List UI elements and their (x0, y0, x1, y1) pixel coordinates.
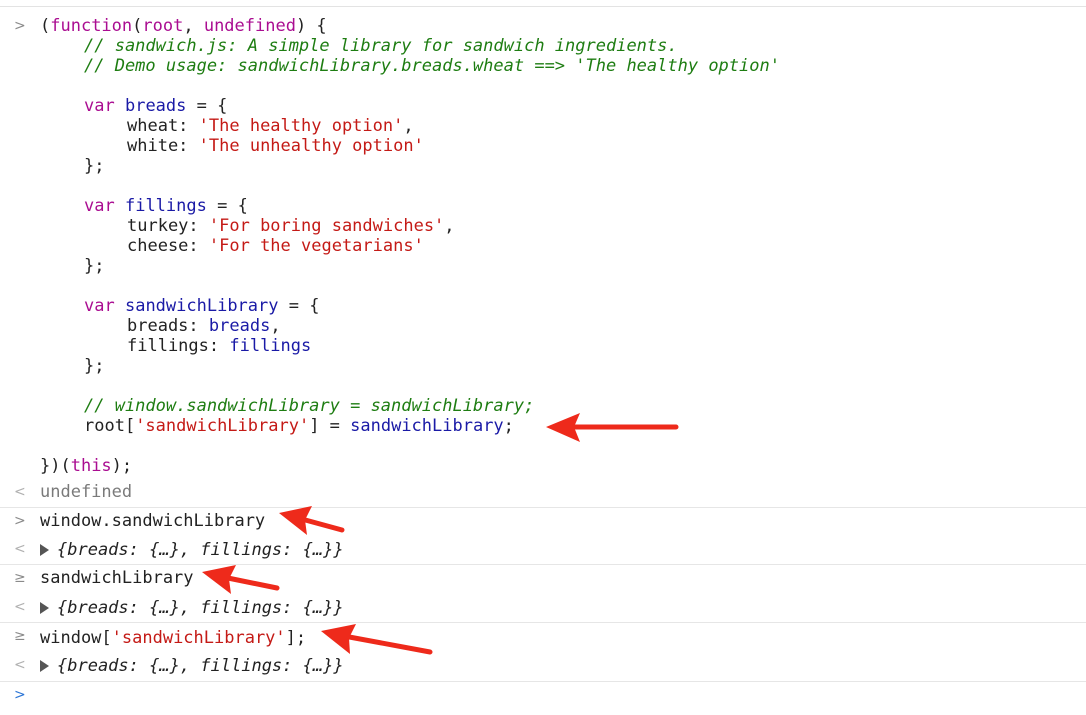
output-prompt-icon: < (14, 657, 26, 673)
console-input-entry[interactable]: > (function(root, undefined) { // sandwi… (0, 7, 1086, 479)
object-preview[interactable]: {breads: {…}, fillings: {…}} (40, 540, 344, 560)
code-line: root['sandwichLibrary'] = sandwichLibrar… (84, 416, 514, 436)
annotation-arrow-icon (321, 624, 433, 655)
code-line: var breads = { (84, 96, 228, 116)
console-top-border (0, 0, 1086, 7)
code-line: }; (84, 356, 105, 376)
expand-triangle-icon[interactable] (40, 544, 49, 556)
console-result-entry[interactable]: < {breads: {…}, fillings: {…}} (0, 652, 1086, 680)
output-prompt-icon: < (14, 484, 26, 500)
code-line: })(this); (40, 456, 133, 476)
console-result-entry[interactable]: < {breads: {…}, fillings: {…}} (0, 594, 1086, 622)
annotation-arrow-icon (279, 506, 345, 535)
result-value: undefined (40, 482, 133, 502)
expand-triangle-icon[interactable] (40, 602, 49, 614)
code-line: fillings: fillings (127, 336, 312, 356)
code-line: var fillings = { (84, 196, 248, 216)
output-prompt-icon: < (14, 541, 26, 557)
output-prompt-icon: < (14, 599, 26, 615)
annotation-arrow-icon (546, 413, 679, 442)
console-input-entry[interactable]: ≥ window['sandwichLibrary']; (0, 622, 1086, 651)
code-line: cheese: 'For the vegetarians' (127, 236, 424, 256)
code-comment: // sandwich.js: A simple library for san… (84, 36, 678, 56)
history-prompt-icon: ≥ (14, 628, 26, 644)
code-line: turkey: 'For boring sandwiches', (127, 216, 455, 236)
command-text: sandwichLibrary (40, 568, 194, 588)
annotation-arrow-icon (202, 565, 280, 594)
console-result-entry[interactable]: < {breads: {…}, fillings: {…}} (0, 536, 1086, 564)
console-input-entry[interactable]: > window.sandwichLibrary (0, 507, 1086, 536)
console-result-entry: < undefined (0, 479, 1086, 507)
input-prompt-icon: > (14, 18, 26, 34)
command-text: window.sandwichLibrary (40, 511, 266, 531)
console-prompt-input[interactable]: > (0, 681, 1086, 715)
code-line: }; (84, 156, 105, 176)
code-line: var sandwichLibrary = { (84, 296, 320, 316)
console-input-entry[interactable]: ≥ sandwichLibrary (0, 564, 1086, 593)
code-line: (function(root, undefined) { (40, 16, 327, 36)
code-line: breads: breads, (127, 316, 281, 336)
command-text: window['sandwichLibrary']; (40, 628, 307, 648)
code-comment: // Demo usage: sandwichLibrary.breads.wh… (84, 56, 780, 76)
object-preview[interactable]: {breads: {…}, fillings: {…}} (40, 598, 344, 618)
input-prompt-icon: > (14, 513, 26, 529)
expand-triangle-icon[interactable] (40, 660, 49, 672)
code-line: wheat: 'The healthy option', (127, 116, 414, 136)
code-line: white: 'The unhealthy option' (127, 136, 424, 156)
object-preview[interactable]: {breads: {…}, fillings: {…}} (40, 656, 344, 676)
code-line: }; (84, 256, 105, 276)
history-prompt-icon: ≥ (14, 570, 26, 586)
input-prompt-icon: > (14, 687, 26, 703)
code-comment: // window.sandwichLibrary = sandwichLibr… (84, 396, 535, 416)
